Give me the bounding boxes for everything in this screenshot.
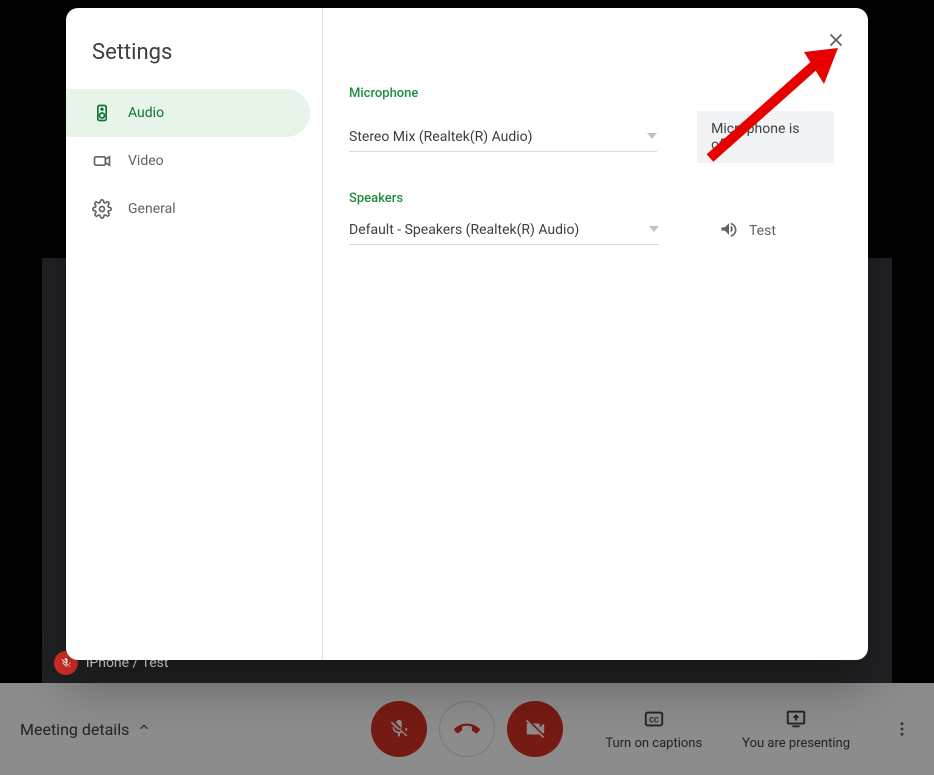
volume-icon	[719, 219, 739, 243]
more-options-button[interactable]	[890, 717, 914, 741]
test-label: Test	[749, 223, 776, 239]
microphone-status: Microphone is off	[697, 111, 834, 163]
speakers-selected: Default - Speakers (Realtek(R) Audio)	[349, 222, 579, 238]
microphone-section: Microphone Stereo Mix (Realtek(R) Audio)…	[349, 86, 834, 163]
mute-mic-button[interactable]	[371, 701, 427, 757]
camera-off-button[interactable]	[507, 701, 563, 757]
microphone-dropdown[interactable]: Stereo Mix (Realtek(R) Audio)	[349, 123, 657, 152]
gear-icon	[92, 199, 112, 219]
test-speakers-button[interactable]: Test	[719, 219, 776, 243]
caret-down-icon	[647, 129, 657, 145]
bottom-toolbar: Meeting details CC Turn on captions You …	[0, 683, 934, 775]
microphone-selected: Stereo Mix (Realtek(R) Audio)	[349, 129, 533, 145]
camera-icon	[92, 151, 112, 171]
speaker-icon	[92, 103, 112, 123]
sidebar-item-audio[interactable]: Audio	[66, 89, 310, 137]
hang-up-button[interactable]	[439, 701, 495, 757]
sidebar-item-general[interactable]: General	[66, 185, 310, 233]
nav-general-label: General	[128, 201, 176, 217]
meeting-details-button[interactable]: Meeting details	[20, 720, 151, 739]
chevron-up-icon	[137, 720, 151, 738]
svg-text:CC: CC	[649, 715, 659, 724]
sidebar-item-video[interactable]: Video	[66, 137, 310, 185]
nav-video-label: Video	[128, 153, 164, 169]
caret-down-icon	[649, 222, 659, 238]
speakers-label: Speakers	[349, 191, 834, 206]
settings-content: Microphone Stereo Mix (Realtek(R) Audio)…	[323, 8, 868, 660]
speakers-dropdown[interactable]: Default - Speakers (Realtek(R) Audio)	[349, 216, 659, 245]
speakers-section: Speakers Default - Speakers (Realtek(R) …	[349, 191, 834, 245]
captions-button[interactable]: CC Turn on captions	[605, 708, 702, 751]
microphone-label: Microphone	[349, 86, 834, 101]
right-actions: CC Turn on captions You are presenting	[605, 708, 914, 751]
presenting-button[interactable]: You are presenting	[742, 708, 850, 751]
settings-title: Settings	[66, 32, 322, 89]
meeting-details-label: Meeting details	[20, 720, 129, 739]
presenting-label: You are presenting	[742, 736, 850, 751]
nav-audio-label: Audio	[128, 105, 164, 121]
settings-sidebar: Settings Audio Video General	[66, 8, 323, 660]
close-button[interactable]	[820, 24, 852, 56]
call-controls	[371, 701, 563, 757]
settings-modal: Settings Audio Video General Microph	[66, 8, 868, 660]
captions-label: Turn on captions	[605, 736, 702, 751]
